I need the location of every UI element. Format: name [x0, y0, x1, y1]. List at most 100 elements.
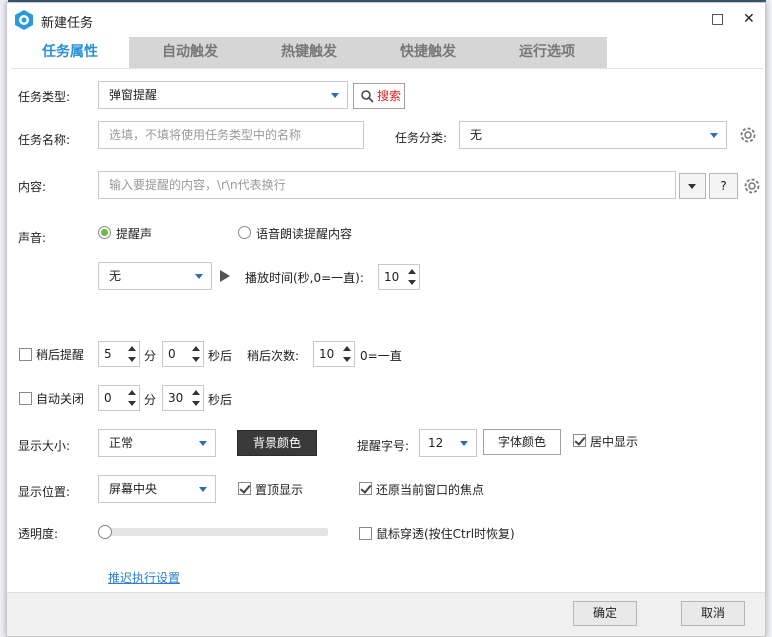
remind-minutes-stepper[interactable]: 5 — [98, 341, 140, 367]
restore-focus-checkbox[interactable] — [359, 482, 372, 495]
font-size-label: 提醒字号: — [357, 439, 410, 453]
display-position-value: 屏幕中央 — [109, 482, 158, 496]
chevron-down-icon — [688, 184, 696, 189]
category-settings-gear-icon[interactable] — [738, 125, 758, 145]
auto-close-minutes-value: 0 — [104, 391, 112, 405]
play-icon[interactable] — [219, 269, 231, 283]
background-color-button[interactable]: 背景颜色 — [237, 430, 317, 456]
footer-bar — [7, 592, 765, 636]
opacity-slider-track[interactable] — [100, 528, 328, 536]
content-label: 内容: — [18, 180, 47, 194]
click-through-label: 鼠标穿透(按住Ctrl时恢复) — [376, 527, 515, 541]
stepper-down-icon[interactable] — [408, 280, 416, 285]
restore-focus-label: 还原当前窗口的焦点 — [376, 483, 485, 497]
chevron-down-icon — [710, 133, 718, 138]
auto-close-minutes-stepper[interactable]: 0 — [98, 385, 140, 411]
close-button[interactable]: ✕ — [743, 11, 755, 27]
task-name-label: 任务名称: — [18, 133, 71, 147]
content-input[interactable]: 输入要提醒的内容，\r\n代表换行 — [98, 171, 676, 199]
chevron-down-icon — [331, 93, 339, 98]
radio-tts-label: 语音朗读提醒内容 — [256, 227, 353, 241]
tab-quick-trigger[interactable]: 快捷触发 — [369, 37, 487, 68]
stepper-down-icon[interactable] — [128, 401, 136, 406]
stepper-up-icon[interactable] — [192, 346, 200, 351]
background-window-edge-right — [766, 0, 772, 637]
radio-tts[interactable] — [238, 226, 251, 239]
remind-count-stepper[interactable]: 10 — [313, 341, 355, 367]
stepper-up-icon[interactable] — [343, 346, 351, 351]
remind-seconds-unit: 秒后 — [208, 349, 233, 363]
chevron-down-icon — [195, 274, 203, 279]
stepper-up-icon[interactable] — [408, 269, 416, 274]
task-name-input[interactable]: 选填，不填将使用任务类型中的名称 — [98, 121, 364, 149]
tab-hotkey-trigger[interactable]: 热键触发 — [250, 37, 368, 68]
task-category-select[interactable]: 无 — [459, 121, 727, 149]
stepper-up-icon[interactable] — [128, 390, 136, 395]
delay-execution-settings-link[interactable]: 推迟执行设置 — [108, 569, 180, 586]
cancel-button[interactable]: 取消 — [681, 601, 745, 626]
remind-count-value: 10 — [319, 347, 335, 361]
display-size-select[interactable]: 正常 — [98, 429, 216, 457]
font-color-button[interactable]: 字体颜色 — [483, 429, 561, 455]
chevron-down-icon — [199, 441, 207, 446]
click-through-checkbox[interactable] — [359, 527, 372, 540]
stepper-down-icon[interactable] — [128, 357, 136, 362]
new-task-dialog: 新建任务 □ ✕ 任务属性 自动触发 热键触发 快捷触发 运行选项 任务类型: … — [6, 2, 766, 637]
stepper-down-icon[interactable] — [192, 401, 200, 406]
task-category-value: 无 — [470, 128, 483, 142]
maximize-button[interactable]: □ — [711, 11, 724, 27]
center-display-checkbox[interactable] — [573, 434, 586, 447]
tab-strip: 任务属性 自动触发 热键触发 快捷触发 运行选项 — [11, 37, 607, 68]
always-on-top-label: 置顶显示 — [255, 483, 304, 497]
stepper-up-icon[interactable] — [192, 390, 200, 395]
tab-run-options[interactable]: 运行选项 — [488, 37, 606, 68]
task-type-label: 任务类型: — [18, 90, 71, 104]
auto-close-seconds-stepper[interactable]: 30 — [162, 385, 204, 411]
search-button-label: 搜索 — [377, 89, 402, 103]
ok-button[interactable]: 确定 — [573, 601, 637, 626]
always-on-top-checkbox[interactable] — [238, 482, 251, 495]
sound-select[interactable]: 无 — [98, 262, 212, 290]
content-help-button[interactable]: ? — [709, 173, 738, 199]
auto-close-seconds-value: 30 — [168, 391, 184, 405]
task-category-label: 任务分类: — [395, 131, 448, 145]
stepper-down-icon[interactable] — [192, 357, 200, 362]
stepper-up-icon[interactable] — [128, 346, 136, 351]
window-title: 新建任务 — [41, 16, 94, 31]
stepper-down-icon[interactable] — [343, 357, 351, 362]
remind-later-checkbox[interactable] — [19, 348, 32, 361]
auto-close-minutes-unit: 分 — [144, 393, 157, 407]
remind-count-hint: 0=一直 — [360, 349, 402, 363]
radio-beep-label: 提醒声 — [116, 227, 153, 241]
radio-beep-sound[interactable] — [98, 226, 111, 239]
display-size-label: 显示大小: — [18, 439, 71, 453]
display-position-label: 显示位置: — [18, 485, 71, 499]
title-bar: 新建任务 □ ✕ — [7, 3, 765, 37]
auto-close-seconds-unit: 秒后 — [208, 393, 233, 407]
remind-minutes-value: 5 — [104, 347, 112, 361]
display-size-value: 正常 — [109, 436, 134, 450]
auto-close-label: 自动关闭 — [36, 392, 85, 406]
play-time-stepper[interactable]: 10 — [378, 264, 420, 290]
sound-label: 声音: — [18, 231, 47, 245]
content-settings-gear-icon[interactable] — [742, 176, 762, 196]
font-size-select[interactable]: 12 — [419, 429, 477, 457]
auto-close-checkbox[interactable] — [19, 392, 32, 405]
tab-task-properties[interactable]: 任务属性 — [11, 37, 129, 68]
sound-value: 无 — [109, 269, 122, 283]
search-icon — [361, 90, 374, 103]
display-position-select[interactable]: 屏幕中央 — [98, 475, 216, 503]
remind-later-label: 稍后提醒 — [36, 348, 85, 362]
task-type-select[interactable]: 弹窗提醒 — [98, 81, 348, 109]
opacity-slider-thumb[interactable] — [98, 525, 112, 539]
font-size-value: 12 — [428, 436, 444, 450]
remind-count-label: 稍后次数: — [247, 349, 300, 363]
opacity-label: 透明度: — [18, 527, 59, 541]
content-dropdown-button[interactable] — [679, 173, 706, 199]
play-time-value: 10 — [384, 270, 400, 284]
remind-seconds-stepper[interactable]: 0 — [162, 341, 204, 367]
play-time-label: 播放时间(秒,0=一直): — [245, 271, 364, 285]
search-button[interactable]: 搜索 — [353, 83, 405, 109]
tab-auto-trigger[interactable]: 自动触发 — [131, 37, 249, 68]
remind-minutes-unit: 分 — [144, 349, 157, 363]
